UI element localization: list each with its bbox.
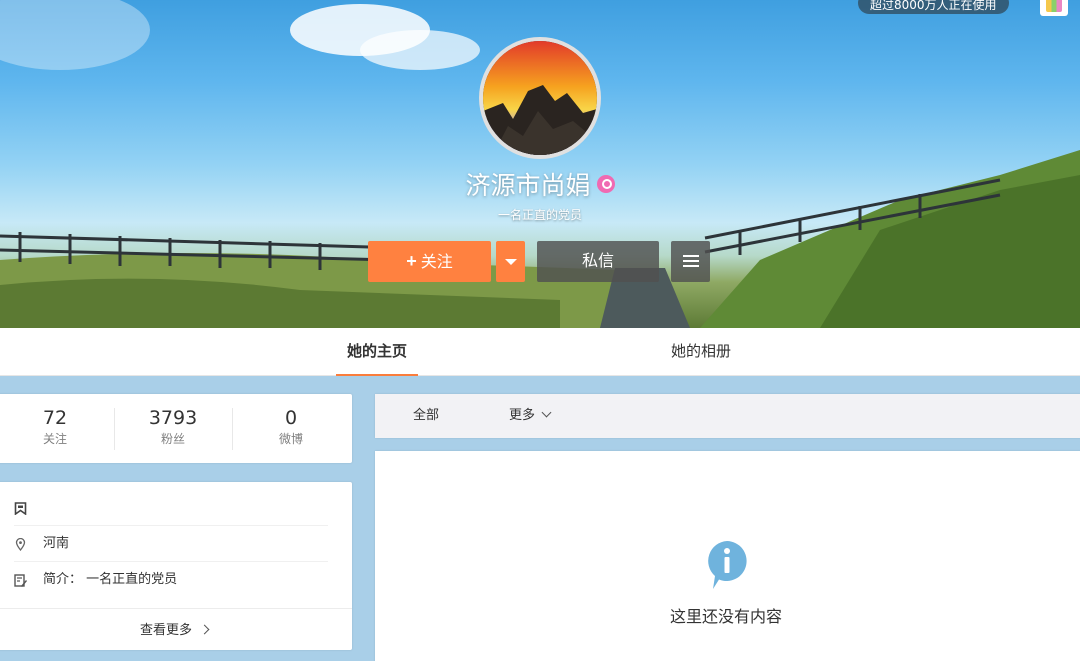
follow-dropdown-button[interactable] <box>496 241 525 282</box>
filter-all[interactable]: 全部 <box>413 394 439 438</box>
cover-banner: 超过8000万人正在使用 济源市尚娟 一名正直的党员 + 关注 私信 <box>0 0 1080 328</box>
info-row-bio: 简介： 一名正直的党员 <box>14 562 328 598</box>
filter-more[interactable]: 更多 <box>509 394 552 438</box>
chevron-down-icon <box>541 407 552 418</box>
profile-tab-bar: 她的主页 她的相册 <box>0 328 1080 376</box>
follow-label: 关注 <box>420 254 453 271</box>
feed-filter-bar: 全部 更多 <box>375 394 1080 438</box>
feed-panel: 这里还没有内容 <box>375 451 1080 661</box>
menu-icon <box>683 255 699 257</box>
avatar[interactable] <box>479 37 601 159</box>
info-row-tag <box>14 490 328 526</box>
stat-followers-value: 3793 <box>148 407 198 429</box>
stat-followers-label: 粉丝 <box>160 432 185 446</box>
follow-button[interactable]: + 关注 <box>368 241 491 282</box>
tab-home[interactable]: 她的主页 <box>336 328 418 376</box>
app-logo-icon[interactable] <box>1040 0 1068 16</box>
filter-more-label: 更多 <box>509 408 536 423</box>
profile-name: 济源市尚娟 <box>465 171 591 200</box>
view-more-link[interactable]: 查看更多 <box>0 608 352 650</box>
stat-following-value: 72 <box>42 407 68 429</box>
stat-posts-value: 0 <box>284 407 298 429</box>
top-usage-badge: 超过8000万人正在使用 <box>858 0 1009 14</box>
stat-following-label: 关注 <box>42 432 67 446</box>
stats-card: 72 关注 3793 粉丝 0 微博 <box>0 394 352 463</box>
stat-followers[interactable]: 3793 粉丝 <box>114 406 232 448</box>
empty-state-text: 这里还没有内容 <box>669 607 782 626</box>
bookmark-icon <box>14 502 27 515</box>
profile-name-row: 济源市尚娟 <box>0 166 1080 202</box>
message-button[interactable]: 私信 <box>537 241 659 282</box>
member-badge-icon[interactable] <box>596 175 615 193</box>
profile-motto: 一名正直的党员 <box>497 208 582 222</box>
info-row-location: 河南 <box>14 526 328 562</box>
location-pin-icon <box>15 538 26 551</box>
view-more-label: 查看更多 <box>139 623 192 638</box>
stat-posts-label: 微博 <box>278 432 303 446</box>
tab-album[interactable]: 她的相册 <box>660 328 742 376</box>
profile-info-card: 河南 简介： 一名正直的党员 查看更多 <box>0 482 352 650</box>
bio-text: 一名正直的党员 <box>86 572 178 587</box>
chevron-right-icon <box>199 624 210 635</box>
bio-label: 简介： <box>43 572 83 587</box>
plus-icon: + <box>406 251 417 271</box>
menu-button[interactable] <box>671 241 710 282</box>
bio-edit-icon <box>14 574 27 587</box>
avatar-sunset-image <box>483 41 597 155</box>
stat-following[interactable]: 72 关注 <box>0 406 114 448</box>
info-icon <box>708 541 747 589</box>
location-text: 河南 <box>43 536 70 551</box>
stat-posts[interactable]: 0 微博 <box>232 406 350 448</box>
